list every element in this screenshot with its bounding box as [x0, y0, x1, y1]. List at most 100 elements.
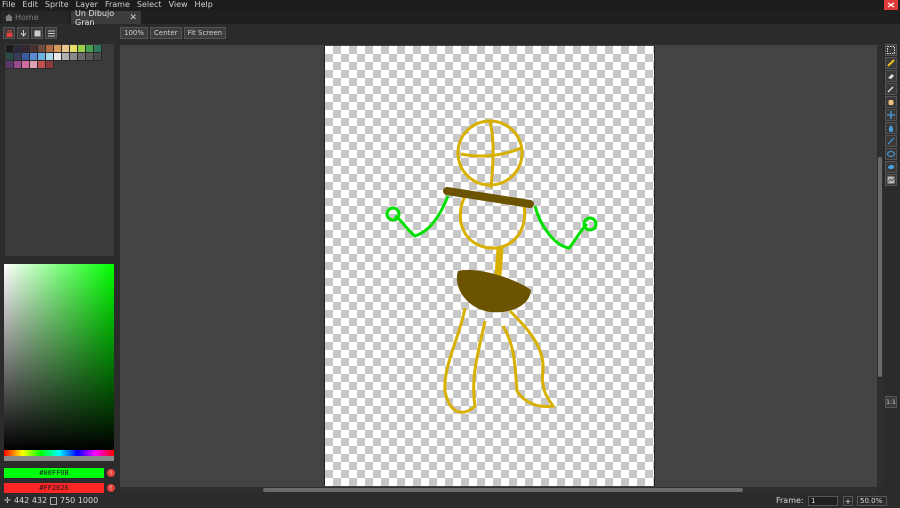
pencil-tool[interactable]	[885, 57, 897, 69]
palette-swatch[interactable]	[62, 45, 70, 53]
palette-swatch[interactable]	[6, 61, 14, 69]
palette-swatch[interactable]	[70, 53, 78, 61]
background-color-field[interactable]: #FF2626	[4, 483, 104, 493]
warning-icon[interactable]: !	[107, 469, 115, 477]
foreground-color-field[interactable]: #00FF0B	[4, 468, 104, 478]
palette-menu-button[interactable]	[45, 27, 57, 39]
palette-swatch[interactable]	[78, 53, 86, 61]
menu-file[interactable]: File	[0, 0, 19, 10]
zoom-level[interactable]: 50.0%	[857, 496, 887, 506]
tab-document-label: Un Dibujo Gran	[75, 8, 115, 27]
palette-swatch[interactable]	[54, 45, 62, 53]
palette-swatch[interactable]	[46, 53, 54, 61]
save-palette-button[interactable]	[31, 27, 43, 39]
line-tool[interactable]	[885, 135, 897, 147]
palette-swatch[interactable]	[86, 45, 94, 53]
marquee-tool[interactable]	[885, 44, 897, 56]
zoom-in-button[interactable]: +	[843, 496, 853, 506]
fill-icon	[888, 125, 894, 132]
palette-swatch[interactable]	[86, 53, 94, 61]
palette-swatch[interactable]	[14, 53, 22, 61]
sprite-size: 750 1000	[60, 496, 99, 505]
pencil-icon	[887, 59, 895, 67]
palette-panel	[4, 43, 115, 257]
zoom-100-button[interactable]: 100%	[120, 27, 149, 39]
palette-swatch[interactable]	[46, 61, 54, 69]
plus-icon: +	[844, 496, 852, 506]
horizontal-scroll-thumb[interactable]	[263, 488, 743, 492]
line-icon	[887, 137, 895, 145]
palette-swatch[interactable]	[30, 53, 38, 61]
tools-panel	[885, 44, 898, 186]
menu-select[interactable]: Select	[134, 0, 166, 10]
vertical-scroll-thumb[interactable]	[878, 157, 882, 377]
menu-icon	[47, 30, 55, 36]
palette-swatch[interactable]	[94, 45, 102, 53]
palette-swatch[interactable]	[30, 61, 38, 69]
horizontal-scrollbar[interactable]	[120, 487, 877, 493]
crosshair-icon: ✛	[4, 496, 11, 505]
eyedropper-icon	[887, 86, 894, 93]
warning-icon[interactable]: !	[107, 484, 115, 492]
lock-palette-button[interactable]	[3, 27, 15, 39]
hand-icon	[888, 100, 894, 105]
center-button[interactable]: Center	[150, 27, 182, 39]
palette-swatch[interactable]	[22, 45, 30, 53]
menu-sprite[interactable]: Sprite	[42, 0, 73, 10]
palette-swatch[interactable]	[6, 45, 14, 53]
palette-swatch[interactable]	[38, 53, 46, 61]
editor-area[interactable]	[120, 45, 877, 487]
fit-screen-button[interactable]: Fit Screen	[183, 27, 227, 39]
home-icon	[5, 14, 13, 21]
tab-home[interactable]: Home	[1, 11, 69, 24]
palette-swatches	[6, 45, 106, 69]
save-icon	[34, 30, 40, 36]
palette-swatch[interactable]	[70, 45, 78, 53]
menu-edit[interactable]: Edit	[19, 0, 42, 10]
blob-icon	[888, 164, 895, 170]
eraser-tool[interactable]	[885, 70, 897, 82]
alpha-slider[interactable]	[4, 456, 114, 461]
drawing	[385, 119, 598, 414]
close-app-button[interactable]	[884, 0, 898, 10]
palette-swatch[interactable]	[38, 61, 46, 69]
palette-swatch[interactable]	[54, 53, 62, 61]
tab-document[interactable]: Un Dibujo Gran ✕	[71, 8, 141, 27]
menu-view[interactable]: View	[166, 0, 192, 10]
fill-tool[interactable]	[885, 122, 897, 134]
marquee-icon	[887, 46, 895, 54]
eraser-icon	[888, 74, 894, 79]
lock-icon	[6, 29, 12, 37]
palette-swatch[interactable]	[62, 53, 70, 61]
eyedropper-tool[interactable]	[885, 83, 897, 95]
frame-label: Frame:	[776, 496, 804, 505]
palette-swatch[interactable]	[22, 53, 30, 61]
contour-tool[interactable]	[885, 174, 897, 186]
palette-swatch[interactable]	[6, 53, 14, 61]
palette-swatch[interactable]	[38, 45, 46, 53]
palette-swatch[interactable]	[94, 53, 102, 61]
status-bar: ✛ 442 432 750 1000 Frame: 1 + 50.0%	[0, 494, 900, 508]
frame-input[interactable]: 1	[808, 496, 838, 506]
ellipse-tool[interactable]	[885, 148, 897, 160]
color-spectrum[interactable]	[4, 264, 114, 450]
blob-tool[interactable]	[885, 161, 897, 173]
move-tool[interactable]	[885, 109, 897, 121]
palette-swatch[interactable]	[14, 45, 22, 53]
hand-tool[interactable]	[885, 96, 897, 108]
vertical-scrollbar[interactable]	[877, 45, 883, 487]
cursor-position: 442 432	[14, 496, 48, 505]
palette-swatch[interactable]	[78, 45, 86, 53]
palette-swatch[interactable]	[46, 45, 54, 53]
menu-bar: File Edit Sprite Layer Frame Select View…	[0, 0, 900, 10]
palette-swatch[interactable]	[22, 61, 30, 69]
zoom-reset-button[interactable]: 1:1	[885, 396, 897, 408]
palette-swatch[interactable]	[30, 45, 38, 53]
download-palette-button[interactable]	[17, 27, 29, 39]
menu-help[interactable]: Help	[192, 0, 217, 10]
zoom-toolbar: 100% Center Fit Screen	[120, 27, 227, 39]
palette-swatch[interactable]	[14, 61, 22, 69]
close-tab-icon[interactable]: ✕	[129, 13, 137, 23]
sprite-size-icon	[50, 497, 57, 505]
sprite-canvas[interactable]	[324, 46, 655, 486]
